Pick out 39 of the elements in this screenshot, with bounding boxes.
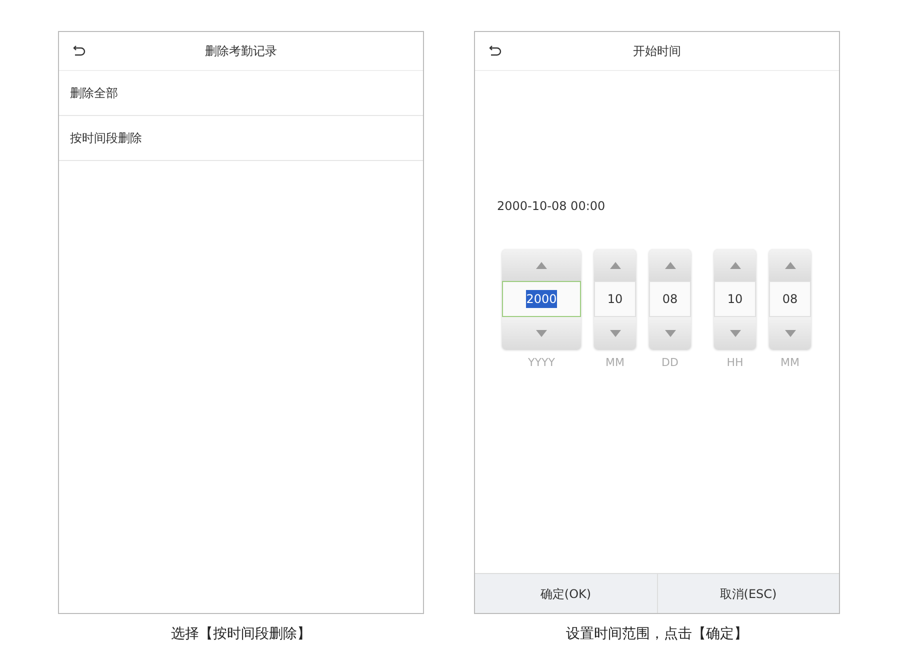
back-icon[interactable] (489, 45, 502, 56)
increment-button[interactable] (769, 249, 811, 281)
up-arrow-icon (664, 262, 676, 268)
caption: 设置时间范围，点击【确定】 (565, 625, 749, 644)
spinner-value[interactable]: 08 (769, 281, 811, 317)
down-arrow-icon (784, 330, 796, 336)
cancel-button[interactable]: 取消(ESC) (656, 574, 839, 613)
field-label: YYYY (528, 355, 555, 371)
decrement-button[interactable] (594, 317, 636, 349)
up-arrow-icon (730, 262, 740, 268)
field-label: MM (606, 355, 624, 371)
increment-button[interactable] (649, 249, 691, 281)
down-arrow-icon (730, 330, 740, 336)
down-arrow-icon (610, 330, 620, 336)
down-arrow-icon (536, 330, 547, 336)
spinner-value[interactable]: 2000 (502, 281, 581, 317)
field-label: MM (780, 355, 800, 371)
spinner-value[interactable]: 10 (714, 281, 756, 317)
down-arrow-icon (664, 330, 676, 336)
screen-title: 删除考勤记录 (205, 43, 277, 60)
screen-title: 开始时间 (633, 43, 681, 60)
spinner-value[interactable]: 10 (594, 281, 636, 317)
back-icon[interactable] (73, 45, 86, 56)
ok-button[interactable]: 确定(OK) (475, 574, 656, 613)
menu-item[interactable]: 按时间段删除 (59, 116, 423, 161)
increment-button[interactable] (714, 249, 756, 281)
up-arrow-icon (536, 262, 547, 268)
menu-item[interactable]: 删除全部 (59, 71, 423, 116)
decrement-button[interactable] (769, 317, 811, 349)
field-label: DD (662, 355, 678, 371)
up-arrow-icon (610, 262, 620, 268)
decrement-button[interactable] (649, 317, 691, 349)
caption: 选择【按时间段删除】 (170, 625, 312, 644)
up-arrow-icon (784, 262, 796, 268)
increment-button[interactable] (594, 249, 636, 281)
decrement-button[interactable] (714, 317, 756, 349)
datetime-value: 2000-10-08 00:00 (497, 198, 606, 215)
spinner-value[interactable]: 08 (649, 281, 691, 317)
field-label: HH (726, 355, 744, 371)
